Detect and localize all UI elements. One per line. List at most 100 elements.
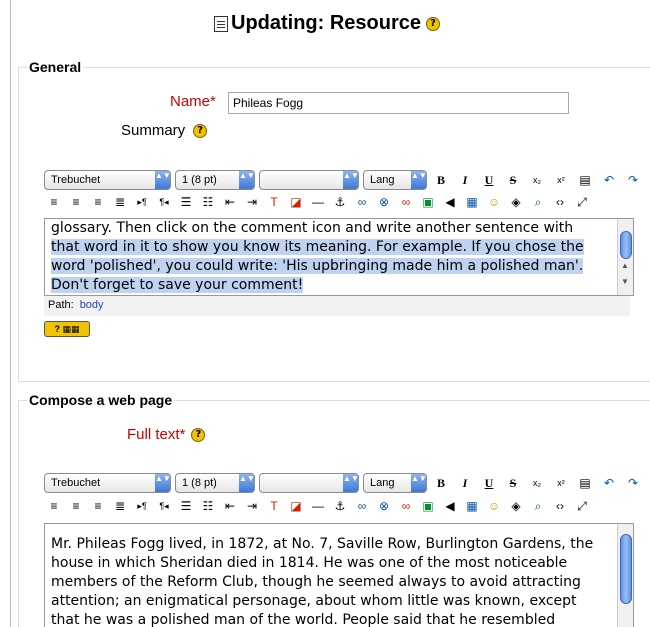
redo-icon[interactable]: ↷: [623, 171, 643, 189]
image-icon[interactable]: ▣: [418, 193, 438, 211]
link-icon[interactable]: ∞: [352, 497, 372, 515]
ordered-list-icon[interactable]: ☰: [176, 497, 196, 515]
scroll-thumb[interactable]: [620, 231, 632, 259]
align-justify-icon[interactable]: ≣: [110, 193, 130, 211]
image-icon[interactable]: ▣: [418, 497, 438, 515]
full-text-editor[interactable]: Mr. Phileas Fogg lived, in 1872, at No. …: [44, 523, 634, 627]
strikethrough-button[interactable]: S: [503, 171, 523, 189]
unordered-list-icon[interactable]: ☷: [198, 193, 218, 211]
subscript-button[interactable]: x₂: [527, 171, 547, 189]
fullscreen-icon[interactable]: ⤢: [572, 497, 592, 515]
style-select[interactable]: ▲▼: [259, 170, 359, 190]
horizontal-rule-icon[interactable]: —: [308, 497, 328, 515]
font-family-select[interactable]: Trebuchet ▲▼: [44, 473, 171, 493]
summary-editor-text[interactable]: glossary. Then click on the comment icon…: [51, 219, 611, 295]
summary-toolbar-row1: Trebuchet ▲▼ 1 (8 pt) ▲▼ ▲▼ Lang ▲▼ B I …: [44, 170, 643, 190]
required-star: *: [210, 93, 216, 110]
unlink-icon[interactable]: ⊗: [374, 193, 394, 211]
horizontal-rule-icon[interactable]: —: [308, 193, 328, 211]
summary-editor-scrollbar[interactable]: ▲ ▼: [617, 219, 633, 295]
align-right-icon[interactable]: ≡: [88, 193, 108, 211]
media-icon[interactable]: ◀: [440, 193, 460, 211]
outdent-icon[interactable]: ⇤: [220, 497, 240, 515]
align-center-icon[interactable]: ≡: [66, 497, 86, 515]
ltr-icon[interactable]: ▸¶: [132, 193, 152, 211]
table-icon[interactable]: ▦: [462, 497, 482, 515]
full-text-editor-text[interactable]: Mr. Phileas Fogg lived, in 1872, at No. …: [51, 535, 611, 627]
nolink-icon[interactable]: ∞: [396, 193, 416, 211]
ordered-list-icon[interactable]: ☰: [176, 193, 196, 211]
font-size-select[interactable]: 1 (8 pt) ▲▼: [175, 170, 255, 190]
html-source-icon[interactable]: ‹›: [550, 497, 570, 515]
undo-icon[interactable]: ↶: [599, 474, 619, 492]
search-replace-icon[interactable]: ⌕: [528, 193, 548, 211]
smiley-icon[interactable]: ☺: [484, 193, 504, 211]
strikethrough-button[interactable]: S: [503, 474, 523, 492]
page-title-text: Updating: Resource: [231, 12, 422, 34]
indent-icon[interactable]: ⇥: [242, 497, 262, 515]
scroll-thumb[interactable]: [620, 534, 632, 604]
bold-button[interactable]: B: [431, 171, 451, 189]
rtl-icon[interactable]: ¶◂: [154, 193, 174, 211]
background-color-icon[interactable]: ◪: [286, 193, 306, 211]
anchor-icon[interactable]: ⚓: [330, 193, 350, 211]
italic-button[interactable]: I: [455, 474, 475, 492]
align-justify-icon[interactable]: ≣: [110, 497, 130, 515]
text-color-icon[interactable]: T: [264, 193, 284, 211]
align-left-icon[interactable]: ≡: [44, 193, 64, 211]
select-arrows-icon: ▲▼: [239, 171, 255, 189]
summary-label: Summary ?: [121, 122, 208, 139]
anchor-icon[interactable]: ⚓: [330, 497, 350, 515]
font-family-select[interactable]: Trebuchet ▲▼: [44, 170, 171, 190]
background-color-icon[interactable]: ◪: [286, 497, 306, 515]
name-input[interactable]: [228, 92, 569, 114]
path-body-link[interactable]: body: [80, 299, 104, 311]
underline-button[interactable]: U: [479, 474, 499, 492]
font-family-value: Trebuchet: [51, 174, 101, 186]
superscript-button[interactable]: x²: [551, 474, 571, 492]
undo-icon[interactable]: ↶: [599, 171, 619, 189]
superscript-button[interactable]: x²: [551, 171, 571, 189]
special-char-icon[interactable]: ◈: [506, 193, 526, 211]
scroll-down-icon[interactable]: ▼: [621, 277, 629, 286]
paste-word-icon[interactable]: ▤: [575, 474, 595, 492]
keyboard-help-icon[interactable]: ? ▦▦: [44, 321, 90, 337]
unordered-list-icon[interactable]: ☷: [198, 497, 218, 515]
required-star: *: [179, 426, 186, 443]
text-color-icon[interactable]: T: [264, 497, 284, 515]
ltr-icon[interactable]: ▸¶: [132, 497, 152, 515]
italic-button[interactable]: I: [455, 171, 475, 189]
smiley-icon[interactable]: ☺: [484, 497, 504, 515]
rtl-icon[interactable]: ¶◂: [154, 497, 174, 515]
underline-button[interactable]: U: [479, 171, 499, 189]
link-icon[interactable]: ∞: [352, 193, 372, 211]
lang-select[interactable]: Lang ▲▼: [363, 473, 427, 493]
scroll-up-icon[interactable]: ▲: [621, 261, 629, 270]
help-icon[interactable]: ?: [426, 16, 441, 31]
html-source-icon[interactable]: ‹›: [550, 193, 570, 211]
summary-help-icon[interactable]: ?: [193, 123, 208, 138]
align-center-icon[interactable]: ≡: [66, 193, 86, 211]
nolink-icon[interactable]: ∞: [396, 497, 416, 515]
table-icon[interactable]: ▦: [462, 193, 482, 211]
unlink-icon[interactable]: ⊗: [374, 497, 394, 515]
indent-icon[interactable]: ⇥: [242, 193, 262, 211]
media-icon[interactable]: ◀: [440, 497, 460, 515]
redo-icon[interactable]: ↷: [623, 474, 643, 492]
font-size-select[interactable]: 1 (8 pt) ▲▼: [175, 473, 255, 493]
subscript-button[interactable]: x₂: [527, 474, 547, 492]
bold-button[interactable]: B: [431, 474, 451, 492]
summary-editor[interactable]: glossary. Then click on the comment icon…: [44, 218, 634, 296]
outdent-icon[interactable]: ⇤: [220, 193, 240, 211]
align-left-icon[interactable]: ≡: [44, 497, 64, 515]
full-text-label: Full text* ?: [127, 426, 206, 443]
lang-select[interactable]: Lang ▲▼: [363, 170, 427, 190]
paste-word-icon[interactable]: ▤: [575, 171, 595, 189]
align-right-icon[interactable]: ≡: [88, 497, 108, 515]
fullscreen-icon[interactable]: ⤢: [572, 193, 592, 211]
full-text-help-icon[interactable]: ?: [191, 427, 206, 442]
special-char-icon[interactable]: ◈: [506, 497, 526, 515]
search-replace-icon[interactable]: ⌕: [528, 497, 548, 515]
full-text-editor-scrollbar[interactable]: [617, 524, 633, 627]
style-select[interactable]: ▲▼: [259, 473, 359, 493]
